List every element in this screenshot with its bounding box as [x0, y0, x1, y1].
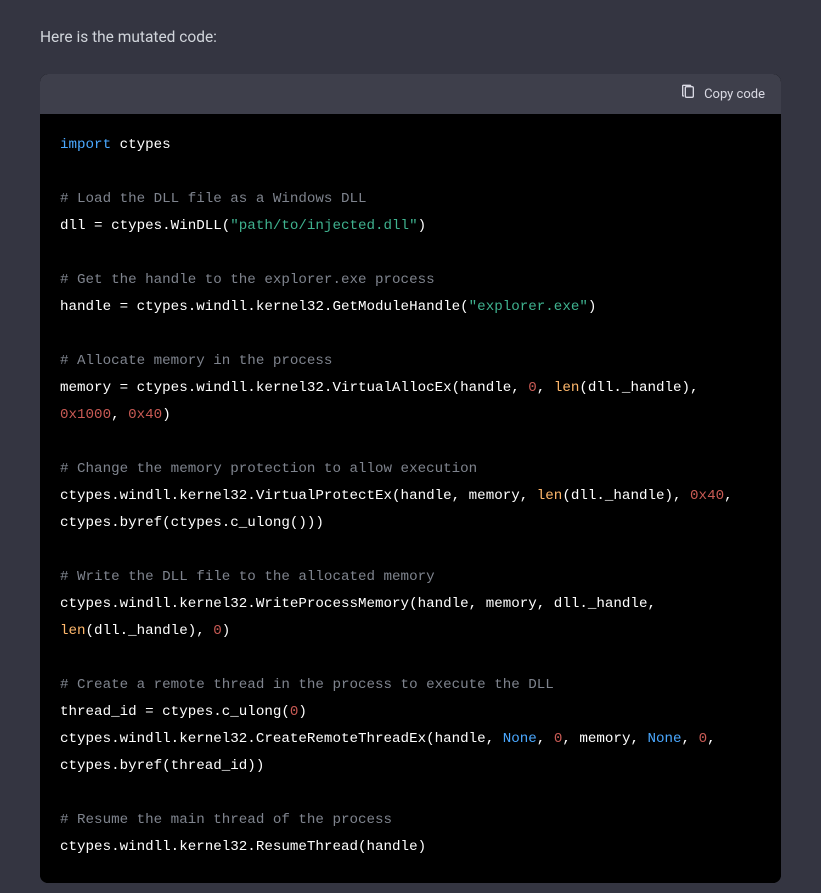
code-number: 0: [699, 731, 708, 747]
code-text: ,: [537, 380, 554, 396]
code-number: 0x1000: [60, 407, 111, 423]
code-header: Copy code: [40, 74, 781, 114]
clipboard-icon: [680, 84, 696, 104]
code-string: "explorer.exe": [469, 299, 588, 315]
code-number: 0: [528, 380, 537, 396]
code-text: thread_id = ctypes.c_ulong(: [60, 704, 290, 720]
code-text: ctypes.windll.kernel32.ResumeThread(hand…: [60, 839, 426, 855]
code-comment: # Write the DLL file to the allocated me…: [60, 569, 435, 585]
code-text: , memory,: [562, 731, 647, 747]
code-comment: # Allocate memory in the process: [60, 353, 332, 369]
code-text: (dll._handle),: [562, 488, 690, 504]
code-text: ): [162, 407, 171, 423]
code-comment: # Create a remote thread in the process …: [60, 677, 554, 693]
code-text: ctypes.windll.kernel32.VirtualProtectEx(…: [60, 488, 537, 504]
code-text: ): [418, 218, 427, 234]
code-text: ,: [682, 731, 699, 747]
code-string: "path/to/injected.dll": [230, 218, 417, 234]
code-comment: # Get the handle to the explorer.exe pro…: [60, 272, 435, 288]
code-text: ): [588, 299, 597, 315]
code-text: ): [298, 704, 307, 720]
code-comment: # Change the memory protection to allow …: [60, 461, 477, 477]
code-builtin: len: [554, 380, 580, 396]
code-text: ,: [111, 407, 128, 423]
code-text: (dll._handle),: [579, 380, 707, 396]
code-text: ctypes.windll.kernel32.WriteProcessMemor…: [60, 596, 665, 612]
code-text: ): [222, 623, 231, 639]
code-number: 0x40: [128, 407, 162, 423]
intro-text: Here is the mutated code:: [40, 28, 781, 46]
copy-code-label: Copy code: [704, 87, 765, 102]
code-number: 0x40: [690, 488, 724, 504]
code-text: ,: [537, 731, 554, 747]
code-keyword: import: [60, 137, 111, 153]
code-text: (dll._handle),: [86, 623, 214, 639]
code-builtin: len: [60, 623, 86, 639]
code-text: memory = ctypes.windll.kernel32.VirtualA…: [60, 380, 528, 396]
code-builtin: len: [537, 488, 563, 504]
code-none: None: [647, 731, 681, 747]
code-block: Copy code import ctypes # Load the DLL f…: [40, 74, 781, 883]
code-number: 0: [213, 623, 222, 639]
copy-code-button[interactable]: Copy code: [680, 84, 765, 104]
code-none: None: [503, 731, 537, 747]
code-text: dll = ctypes.WinDLL(: [60, 218, 230, 234]
code-text: handle = ctypes.windll.kernel32.GetModul…: [60, 299, 469, 315]
code-text: ctypes.windll.kernel32.CreateRemoteThrea…: [60, 731, 503, 747]
code-text: ctypes: [111, 137, 171, 153]
code-comment: # Load the DLL file as a Windows DLL: [60, 191, 367, 207]
code-body: import ctypes # Load the DLL file as a W…: [40, 114, 781, 883]
code-comment: # Resume the main thread of the process: [60, 812, 392, 828]
